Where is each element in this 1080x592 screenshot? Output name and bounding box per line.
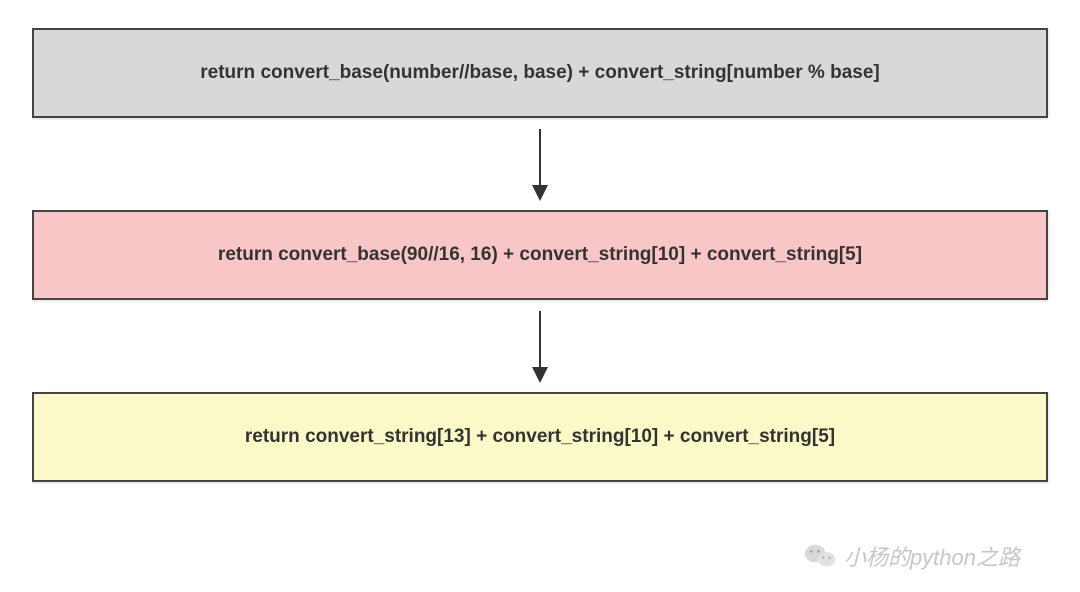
arrow-2-wrap [32, 300, 1048, 392]
arrow-down-icon [539, 129, 541, 199]
flowchart-step-2: return convert_base(90//16, 16) + conver… [32, 210, 1048, 300]
step-3-text: return convert_string[13] + convert_stri… [245, 426, 835, 448]
arrow-down-icon [539, 311, 541, 381]
arrow-1-wrap [32, 118, 1048, 210]
watermark-text: 小杨的python之路 [844, 540, 1020, 572]
watermark: 小杨的python之路 [804, 540, 1020, 572]
flowchart-container: return convert_base(number//base, base) … [0, 0, 1080, 510]
flowchart-step-1: return convert_base(number//base, base) … [32, 28, 1048, 118]
step-2-text: return convert_base(90//16, 16) + conver… [218, 244, 862, 266]
wechat-icon [804, 543, 836, 569]
step-1-text: return convert_base(number//base, base) … [200, 62, 879, 84]
flowchart-step-3: return convert_string[13] + convert_stri… [32, 392, 1048, 482]
